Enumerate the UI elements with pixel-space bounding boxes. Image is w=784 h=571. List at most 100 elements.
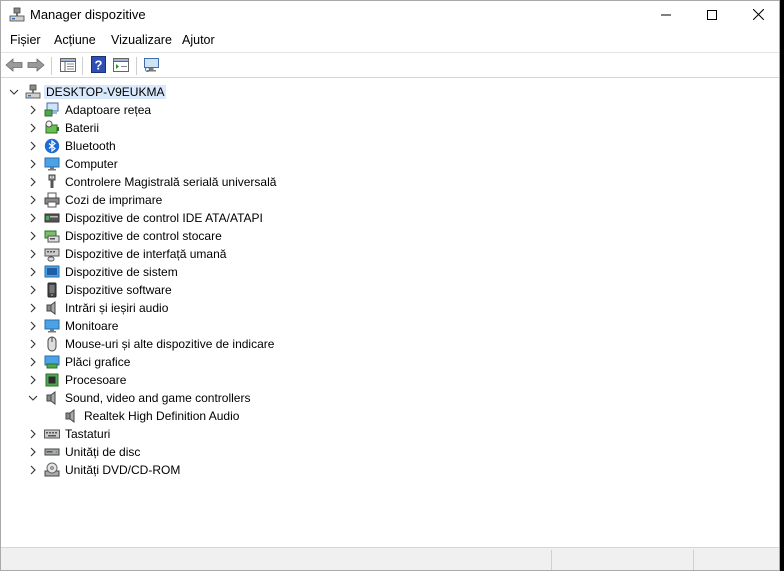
device-category[interactable]: Controlere Magistrală serială universală bbox=[1, 173, 779, 191]
speaker-icon bbox=[44, 390, 60, 406]
device-category[interactable]: Computer bbox=[1, 155, 779, 173]
device-category[interactable]: Adaptoare rețea bbox=[1, 101, 779, 119]
device-item-label: Realtek High Definition Audio bbox=[84, 409, 240, 423]
device-category[interactable]: Procesoare bbox=[1, 371, 779, 389]
bluetooth-icon bbox=[44, 138, 60, 154]
expand-chevron-icon[interactable] bbox=[28, 357, 38, 367]
device-category-label: Dispozitive de control IDE ATA/ATAPI bbox=[65, 211, 263, 225]
device-category-label: Bluetooth bbox=[65, 139, 116, 153]
expand-chevron-icon[interactable] bbox=[28, 177, 38, 187]
minimize-icon bbox=[661, 9, 671, 23]
minimize-button[interactable] bbox=[643, 1, 689, 30]
device-category-label: Unități de disc bbox=[65, 445, 141, 459]
expand-chevron-icon[interactable] bbox=[28, 159, 38, 169]
device-category-label: Dispozitive de interfață umană bbox=[65, 247, 227, 261]
expand-chevron-icon[interactable] bbox=[28, 123, 38, 133]
expand-chevron-icon[interactable] bbox=[28, 321, 38, 331]
monitor-icon bbox=[44, 318, 60, 334]
show-hide-console-tree-button[interactable] bbox=[58, 56, 78, 76]
device-category-label: Procesoare bbox=[65, 373, 127, 387]
tree-root-label[interactable]: DESKTOP-V9EUKMA bbox=[44, 85, 167, 99]
device-category-label: Cozi de imprimare bbox=[65, 193, 163, 207]
device-category[interactable]: Unități de disc bbox=[1, 443, 779, 461]
device-category[interactable]: Sound, video and game controllers bbox=[1, 389, 779, 407]
ide-controller-icon bbox=[44, 210, 60, 226]
expand-chevron-icon[interactable] bbox=[28, 429, 38, 439]
computer-root-icon bbox=[25, 84, 41, 100]
close-button[interactable] bbox=[735, 1, 779, 30]
menu-file[interactable]: Fișier bbox=[10, 33, 41, 47]
device-category[interactable]: Mouse-uri și alte dispozitive de indicar… bbox=[1, 335, 779, 353]
device-manager-window: Manager dispozitive Fișier Acțiune Vizua… bbox=[0, 0, 780, 571]
device-category-label: Dispozitive software bbox=[65, 283, 172, 297]
title-bar[interactable]: Manager dispozitive bbox=[1, 1, 779, 30]
device-category[interactable]: Tastaturi bbox=[1, 425, 779, 443]
device-category-label: Dispozitive de control stocare bbox=[65, 229, 222, 243]
device-tree[interactable]: DESKTOP-V9EUKMA Adaptoare rețea Baterii Bl… bbox=[1, 81, 779, 545]
device-category[interactable]: Dispozitive de control stocare bbox=[1, 227, 779, 245]
status-separator bbox=[551, 550, 552, 570]
collapse-chevron-icon[interactable] bbox=[28, 393, 38, 403]
device-category[interactable]: Baterii bbox=[1, 119, 779, 137]
scan-hardware-changes-button[interactable] bbox=[142, 56, 162, 76]
network-adapter-icon bbox=[44, 102, 60, 118]
menu-help[interactable]: Ajutor bbox=[182, 33, 215, 47]
expand-chevron-icon[interactable] bbox=[28, 195, 38, 205]
expand-chevron-icon[interactable] bbox=[28, 249, 38, 259]
maximize-button[interactable] bbox=[689, 1, 735, 30]
properties-button[interactable] bbox=[111, 56, 131, 76]
back-arrow-icon bbox=[5, 57, 23, 75]
toolbar-separator bbox=[136, 57, 137, 75]
device-category[interactable]: Unități DVD/CD-ROM bbox=[1, 461, 779, 479]
device-category[interactable]: Bluetooth bbox=[1, 137, 779, 155]
keyboard-icon bbox=[44, 426, 60, 442]
properties-icon bbox=[113, 57, 129, 75]
device-item[interactable]: Realtek High Definition Audio bbox=[1, 407, 779, 425]
usb-icon bbox=[44, 174, 60, 190]
expand-chevron-icon[interactable] bbox=[28, 213, 38, 223]
expand-chevron-icon[interactable] bbox=[28, 465, 38, 475]
device-category-label: Dispozitive de sistem bbox=[65, 265, 178, 279]
forward-button[interactable] bbox=[26, 56, 46, 76]
expand-chevron-icon[interactable] bbox=[28, 303, 38, 313]
disk-drive-icon bbox=[44, 444, 60, 460]
device-category[interactable]: Monitoare bbox=[1, 317, 779, 335]
tree-root-row[interactable]: DESKTOP-V9EUKMA bbox=[1, 83, 779, 101]
maximize-icon bbox=[707, 9, 717, 23]
device-category-label: Mouse-uri și alte dispozitive de indicar… bbox=[65, 337, 275, 351]
printer-icon bbox=[44, 192, 60, 208]
close-icon bbox=[752, 8, 764, 23]
menu-bar: Fișier Acțiune Vizualizare Ajutor bbox=[1, 31, 779, 51]
collapse-chevron-icon[interactable] bbox=[9, 87, 19, 97]
software-device-icon bbox=[44, 282, 60, 298]
battery-icon bbox=[44, 120, 60, 136]
console-tree-icon bbox=[60, 57, 76, 75]
device-category-label: Controlere Magistrală serială universală bbox=[65, 175, 277, 189]
help-button[interactable]: ? bbox=[88, 56, 108, 76]
menu-action[interactable]: Acțiune bbox=[54, 33, 96, 47]
device-category[interactable]: Dispozitive de sistem bbox=[1, 263, 779, 281]
expand-chevron-icon[interactable] bbox=[28, 339, 38, 349]
hid-icon bbox=[44, 246, 60, 262]
expand-chevron-icon[interactable] bbox=[28, 105, 38, 115]
device-category[interactable]: Dispozitive de interfață umană bbox=[1, 245, 779, 263]
expand-chevron-icon[interactable] bbox=[28, 375, 38, 385]
device-category[interactable]: Dispozitive software bbox=[1, 281, 779, 299]
expand-chevron-icon[interactable] bbox=[28, 231, 38, 241]
desktop-edge bbox=[780, 0, 784, 571]
device-category[interactable]: Intrări și ieșiri audio bbox=[1, 299, 779, 317]
device-category[interactable]: Dispozitive de control IDE ATA/ATAPI bbox=[1, 209, 779, 227]
device-category-label: Tastaturi bbox=[65, 427, 111, 441]
expand-chevron-icon[interactable] bbox=[28, 141, 38, 151]
menu-view[interactable]: Vizualizare bbox=[111, 33, 172, 47]
back-button[interactable] bbox=[4, 56, 24, 76]
scan-monitor-icon bbox=[143, 57, 161, 76]
device-category-label: Sound, video and game controllers bbox=[65, 391, 251, 405]
device-category[interactable]: Cozi de imprimare bbox=[1, 191, 779, 209]
expand-chevron-icon[interactable] bbox=[28, 447, 38, 457]
expand-chevron-icon[interactable] bbox=[28, 267, 38, 277]
expand-chevron-icon[interactable] bbox=[28, 285, 38, 295]
computer-icon bbox=[44, 156, 60, 172]
status-separator bbox=[693, 550, 694, 570]
device-category[interactable]: Plăci grafice bbox=[1, 353, 779, 371]
